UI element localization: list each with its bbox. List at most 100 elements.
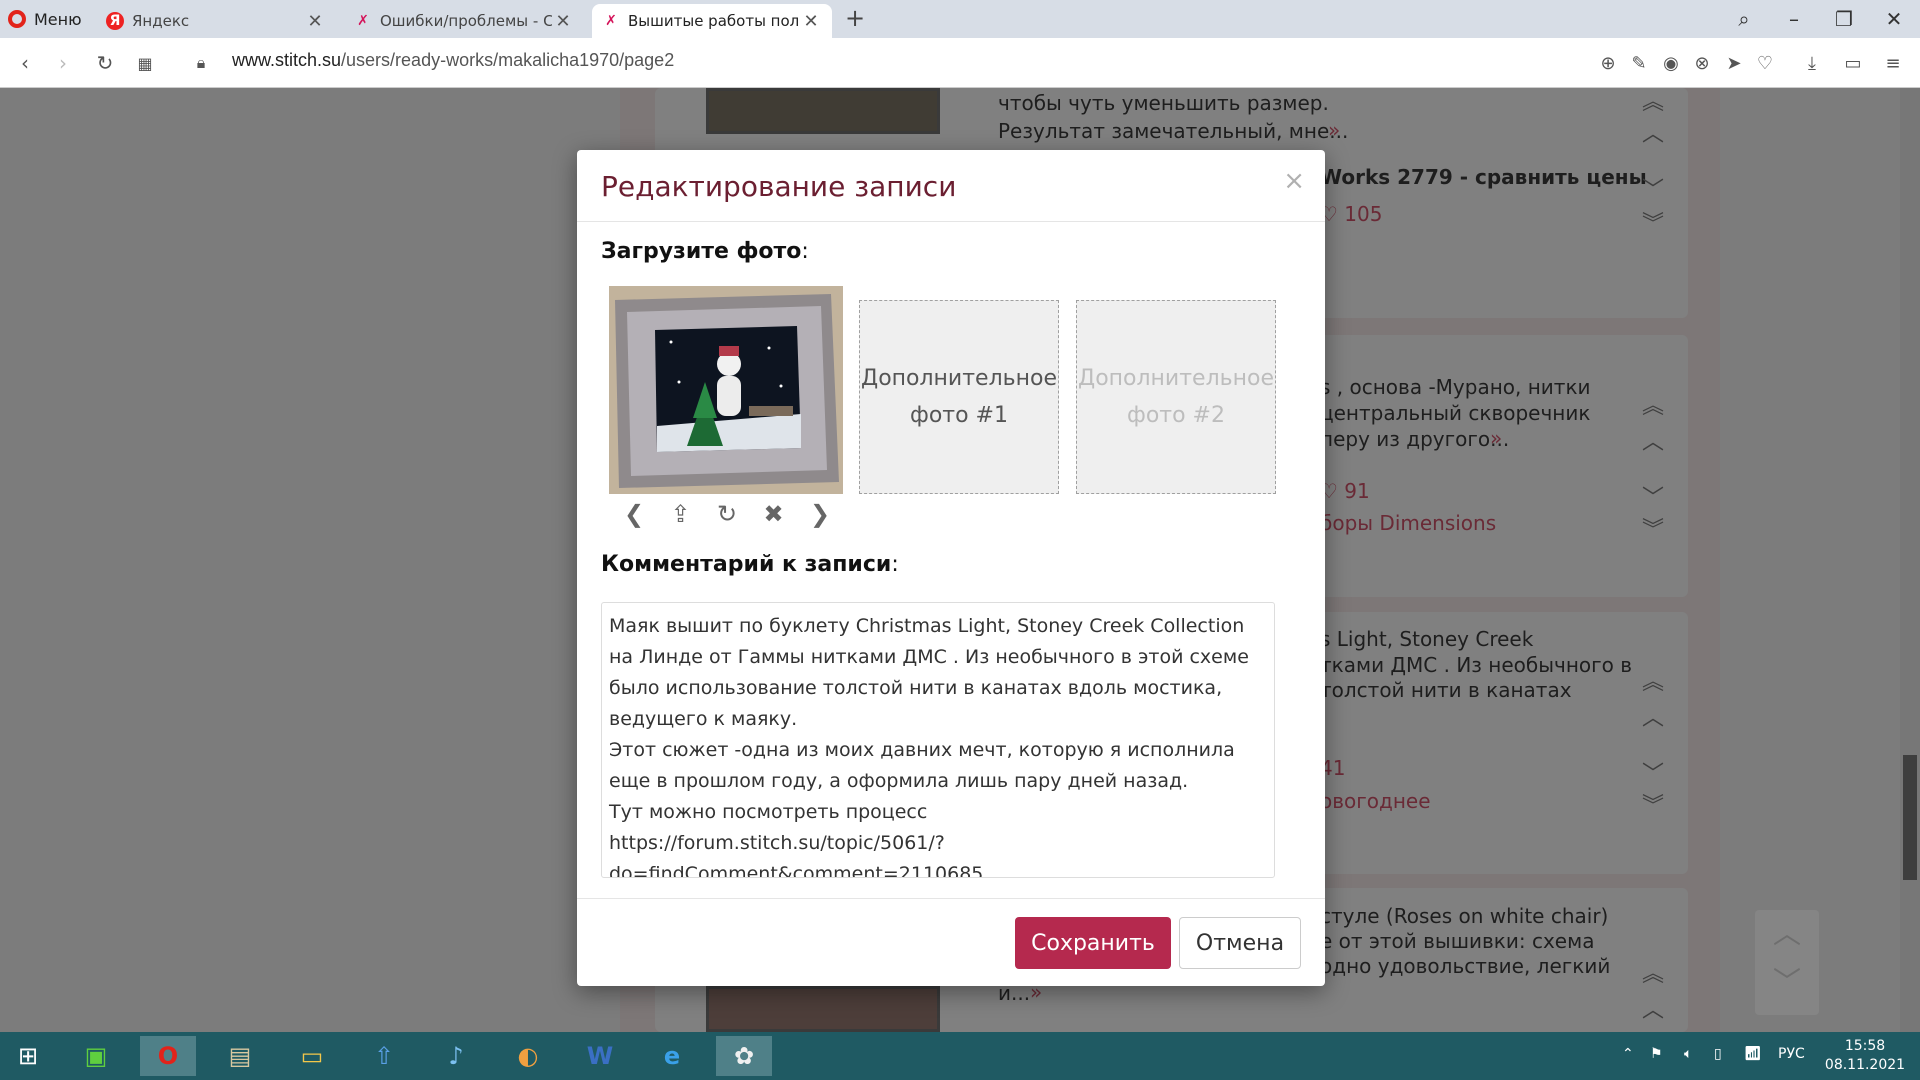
window-close-icon[interactable]: ✕ [1874, 4, 1914, 34]
double-down-arrow-icon[interactable]: ︾ [1638, 206, 1668, 238]
opera-taskbar-icon[interactable]: O [140, 1036, 196, 1076]
upload-icon[interactable]: ⇪ [664, 500, 698, 534]
taskbar-clock[interactable]: 15:58 08.11.2021 [1820, 1037, 1910, 1075]
zoom-icon[interactable]: ⊕ [1595, 50, 1621, 76]
double-down-arrow-icon[interactable]: ︾ [1638, 512, 1668, 544]
photo-toolbar: ❮ ⇪ ↻ ✖ ❯ [617, 500, 837, 534]
tab-close-icon[interactable]: ✕ [304, 11, 326, 32]
forward-icon[interactable]: › [48, 48, 78, 78]
clock-time: 15:58 [1844, 1038, 1886, 1054]
address-bar: ‹ › ↻ ▦ 🔒︎ www.stitch.su/users/ready-wor… [0, 38, 1920, 88]
up-arrow-icon[interactable]: ︿ [1638, 424, 1668, 456]
scrollbar-thumb[interactable] [1903, 755, 1917, 880]
camera-icon[interactable]: ◉ [1658, 50, 1684, 76]
picasa-icon[interactable]: ✿ [716, 1036, 772, 1076]
url-host: www.stitch.su [232, 50, 342, 70]
read-more-icon[interactable]: » [1328, 118, 1340, 142]
work-thumbnail[interactable] [706, 88, 940, 134]
extra-photo-slot-1[interactable]: Дополнительное фото #1 [859, 300, 1059, 494]
double-up-arrow-icon[interactable]: ︽ [1638, 388, 1668, 420]
double-up-arrow-icon[interactable]: ︽ [1638, 84, 1668, 116]
language-indicator[interactable]: РУС [1778, 1046, 1805, 1062]
tray-overflow-icon[interactable]: ⌃ [1622, 1046, 1634, 1062]
main-photo[interactable] [609, 286, 843, 494]
word-icon[interactable]: W [572, 1036, 628, 1076]
scanner-app-icon[interactable]: ▤ [212, 1036, 268, 1076]
rotate-icon[interactable]: ↻ [710, 500, 744, 534]
double-down-arrow-icon[interactable]: ︾ [1638, 788, 1668, 820]
card-text: чтобы чуть уменьшить размер. [998, 91, 1329, 115]
tab-close-icon[interactable]: ✕ [800, 11, 822, 32]
tab-close-icon[interactable]: ✕ [552, 11, 574, 32]
comment-paragraph: Маяк вышит по буклету Christmas Light, S… [609, 615, 1249, 730]
file-explorer-icon[interactable]: ▭ [284, 1036, 340, 1076]
send-icon[interactable]: ➤ [1721, 50, 1747, 76]
signal-icon[interactable]: 📶︎ [1744, 1046, 1762, 1062]
restore-icon[interactable]: ❐ [1824, 4, 1864, 34]
edit-icon[interactable]: ✎ [1626, 50, 1652, 76]
battery-icon[interactable]: ▭ [1840, 50, 1866, 76]
speed-dial-icon[interactable]: ▦ [130, 48, 160, 78]
download-icon[interactable]: ⤓ [1799, 50, 1825, 76]
category-link[interactable]: боры Dimensions [1320, 511, 1496, 535]
extra-photo-label: Дополнительное фото #2 [1078, 366, 1274, 428]
read-more-icon[interactable]: » [1490, 426, 1502, 450]
easy-setup-icon[interactable]: ≡ [1880, 50, 1906, 76]
likes-count[interactable]: ♡ 105 [1320, 202, 1382, 226]
volume-icon[interactable]: 🔈︎ [1684, 1046, 1692, 1062]
reload-icon[interactable]: ↻ [90, 48, 120, 78]
url-field[interactable]: www.stitch.su/users/ready-works/makalich… [232, 50, 674, 71]
new-tab-icon[interactable]: + [845, 4, 865, 32]
opera-menu-button[interactable]: Меню [8, 7, 82, 31]
work-thumbnail[interactable] [706, 986, 940, 1032]
uploader-app-icon[interactable]: ⇧ [356, 1036, 412, 1076]
down-arrow-icon[interactable]: ﹀ [1638, 172, 1668, 204]
double-up-arrow-icon[interactable]: ︽ [1638, 664, 1668, 696]
battery-tray-icon[interactable]: ▯ [1714, 1046, 1722, 1062]
action-flag-icon[interactable]: ⚑ [1650, 1046, 1663, 1062]
down-arrow-icon[interactable]: ﹀ [1638, 480, 1668, 512]
card-text: Результат замечательный, мне... [998, 119, 1349, 143]
minimize-icon[interactable]: – [1774, 4, 1814, 34]
start-windows-icon[interactable]: ⊞ [0, 1036, 56, 1076]
browser-tab-bar: Меню Я Яндекс ✕ ✗ Ошибки/проблемы - Стра… [0, 0, 1920, 38]
up-arrow-icon[interactable]: ︿ [1638, 700, 1668, 732]
comment-label: Комментарий к записи: [601, 552, 899, 577]
modal-close-icon[interactable]: × [1283, 166, 1305, 196]
back-icon[interactable]: ‹ [10, 48, 40, 78]
page-scrollbar[interactable] [1900, 88, 1920, 1032]
prev-photo-icon[interactable]: ❮ [617, 500, 651, 534]
search-tabs-icon[interactable]: ⌕ [1724, 4, 1764, 34]
save-button[interactable]: Сохранить [1015, 917, 1171, 969]
scroll-down-icon[interactable]: ﹀ [1755, 958, 1819, 1006]
audio-app-icon[interactable]: ♪ [428, 1036, 484, 1076]
color-app-icon[interactable]: ◐ [500, 1036, 556, 1076]
tab-yandex[interactable]: Я Яндекс ✕ [96, 4, 336, 38]
likes-count[interactable]: ♡ 91 [1320, 479, 1370, 503]
comment-textarea[interactable]: Маяк вышит по буклету Christmas Light, S… [601, 602, 1275, 878]
card-text: перу из другого... [1320, 427, 1510, 451]
scroll-up-icon[interactable]: ︿ [1755, 910, 1819, 958]
cancel-button[interactable]: Отмена [1179, 917, 1301, 969]
up-arrow-icon[interactable]: ︿ [1638, 992, 1668, 1024]
down-arrow-icon[interactable]: ﹀ [1638, 756, 1668, 788]
extra-photo-slot-2[interactable]: Дополнительное фото #2 [1076, 300, 1276, 494]
internet-explorer-icon[interactable]: e [644, 1036, 700, 1076]
modal-title: Редактирование записи [601, 170, 957, 203]
up-arrow-icon[interactable]: ︿ [1638, 116, 1668, 148]
stitch-favicon-icon: ✗ [605, 13, 617, 29]
adblock-icon[interactable]: ⊗ [1689, 50, 1715, 76]
next-photo-icon[interactable]: ❯ [803, 500, 837, 534]
card-text: толстой нити в канатах [1320, 678, 1572, 702]
delete-photo-icon[interactable]: ✖ [757, 500, 791, 534]
tab-ready-works[interactable]: ✗ Вышитые работы пользов ✕ [592, 4, 832, 38]
tab-errors[interactable]: ✗ Ошибки/проблемы - Стра ✕ [344, 4, 584, 38]
url-path: /users/ready-works/makalicha1970/page2 [341, 50, 675, 70]
double-up-arrow-icon[interactable]: ︽ [1638, 956, 1668, 988]
store-icon[interactable]: ▣ [68, 1036, 124, 1076]
tab-title: Ошибки/проблемы - Стра [380, 12, 552, 30]
card-title: Works 2779 - сравнить цены [1320, 165, 1647, 189]
category-link[interactable]: овогоднее [1320, 789, 1431, 813]
upload-photo-label: Загрузите фото: [601, 239, 809, 264]
heart-icon[interactable]: ♡ [1752, 50, 1778, 76]
